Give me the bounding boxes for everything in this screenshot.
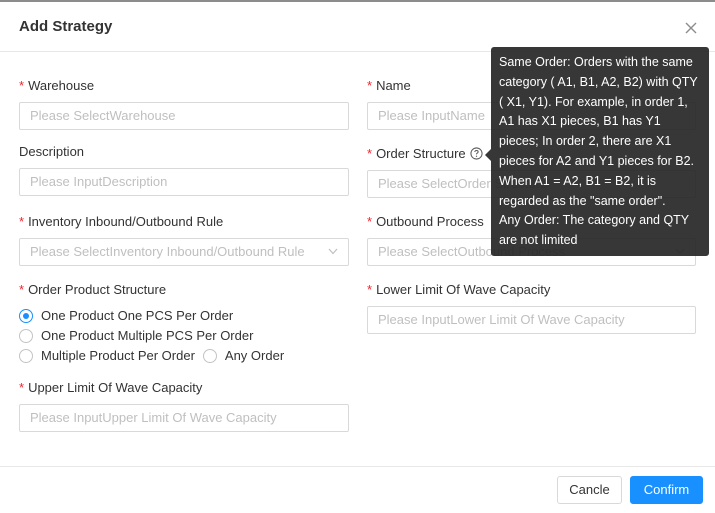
radio-circle[interactable] <box>19 348 33 363</box>
radio-group-row-1: One Product One PCS Per Order <box>19 308 241 323</box>
inventory-rule-label-text: Inventory Inbound/Outbound Rule <box>28 214 224 229</box>
upper-limit-label: * Upper Limit Of Wave Capacity <box>19 380 202 395</box>
radio-label: One Product Multiple PCS Per Order <box>41 328 254 343</box>
radio-group-row-2: One Product Multiple PCS Per Order <box>19 328 261 343</box>
required-mark: * <box>367 282 373 297</box>
confirm-button[interactable]: Confirm <box>630 476 703 504</box>
lower-limit-label: * Lower Limit Of Wave Capacity <box>367 282 550 297</box>
lower-limit-placeholder: Please InputLower Limit Of Wave Capacity <box>378 312 625 327</box>
radio-one-product-one-pcs[interactable]: One Product One PCS Per Order <box>19 308 233 323</box>
inventory-rule-select[interactable]: Please SelectInventory Inbound/Outbound … <box>19 238 349 266</box>
radio-circle[interactable] <box>202 348 217 363</box>
question-circle-icon[interactable] <box>470 147 483 160</box>
radio-group-row-3: Multiple Product Per Order Any Order <box>19 348 292 363</box>
inventory-rule-label: * Inventory Inbound/Outbound Rule <box>19 214 223 229</box>
radio-label: Multiple Product Per Order <box>41 348 195 363</box>
name-label-text: Name <box>376 78 411 93</box>
lower-limit-label-text: Lower Limit Of Wave Capacity <box>376 282 551 297</box>
lower-limit-input[interactable]: Please InputLower Limit Of Wave Capacity <box>367 306 696 334</box>
radio-circle[interactable] <box>19 328 33 343</box>
radio-one-product-multiple-pcs[interactable]: One Product Multiple PCS Per Order <box>19 328 253 343</box>
required-mark: * <box>19 214 25 229</box>
required-mark: * <box>367 214 373 229</box>
radio-circle[interactable] <box>19 308 33 323</box>
required-mark: * <box>19 380 25 395</box>
dialog-footer-divider <box>0 466 715 467</box>
tooltip-same-order: Same Order: Orders with the same categor… <box>499 55 698 208</box>
inventory-rule-placeholder: Please SelectInventory Inbound/Outbound … <box>30 244 305 259</box>
warehouse-label-text: Warehouse <box>28 78 95 93</box>
outbound-process-label-text: Outbound Process <box>376 214 484 229</box>
order-product-structure-label-text: Order Product Structure <box>28 282 167 297</box>
required-mark: * <box>367 146 373 161</box>
radio-label: One Product One PCS Per Order <box>41 308 234 323</box>
required-mark: * <box>19 282 25 297</box>
upper-limit-placeholder: Please InputUpper Limit Of Wave Capacity <box>30 410 277 425</box>
required-mark: * <box>367 78 373 93</box>
tooltip-any-order: Any Order: The category and QTY are not … <box>499 213 689 248</box>
upper-limit-input[interactable]: Please InputUpper Limit Of Wave Capacity <box>19 404 349 432</box>
radio-multiple-product[interactable]: Multiple Product Per Order <box>19 348 195 363</box>
chevron-down-icon <box>328 248 338 255</box>
required-mark: * <box>19 78 25 93</box>
close-icon[interactable] <box>683 20 699 36</box>
order-structure-tooltip: Same Order: Orders with the same categor… <box>491 47 709 256</box>
radio-any-order[interactable]: Any Order <box>202 348 285 363</box>
name-label: * Name <box>367 78 411 93</box>
description-label: Description <box>19 144 84 159</box>
order-product-structure-label: * Order Product Structure <box>19 282 166 297</box>
description-label-text: Description <box>19 144 85 159</box>
description-placeholder: Please InputDescription <box>30 174 168 189</box>
name-placeholder: Please InputName <box>378 108 485 123</box>
order-structure-label-text: Order Structure <box>376 146 466 161</box>
radio-label: Any Order <box>224 348 285 363</box>
warehouse-placeholder: Please SelectWarehouse <box>30 108 176 123</box>
upper-limit-label-text: Upper Limit Of Wave Capacity <box>28 380 203 395</box>
dialog-header: Add Strategy <box>0 2 715 52</box>
outbound-process-label: * Outbound Process <box>367 214 484 229</box>
warehouse-select[interactable]: Please SelectWarehouse <box>19 102 349 130</box>
cancel-button[interactable]: Cancle <box>557 476 622 504</box>
dialog-title: Add Strategy <box>19 18 113 35</box>
order-structure-label: * Order Structure <box>367 146 483 161</box>
description-input[interactable]: Please InputDescription <box>19 168 349 196</box>
warehouse-label: * Warehouse <box>19 78 94 93</box>
